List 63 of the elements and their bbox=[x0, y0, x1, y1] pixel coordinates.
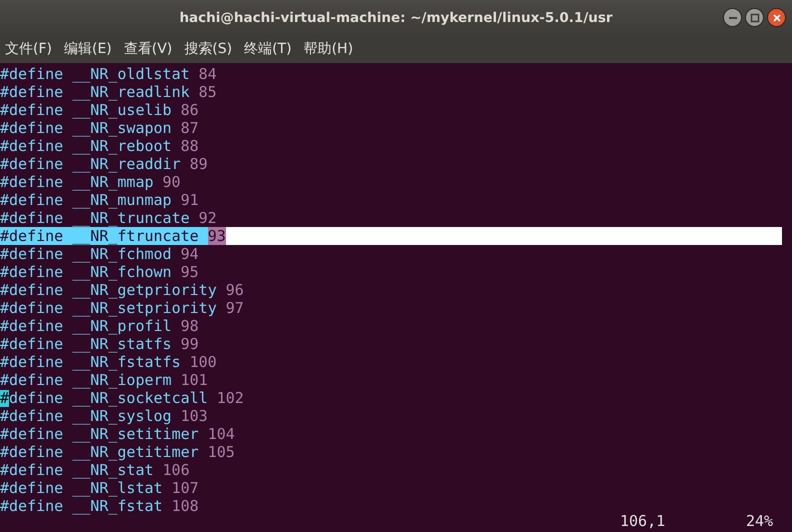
maximize-button[interactable] bbox=[745, 8, 764, 27]
code-text: #define __NR_munmap bbox=[0, 191, 172, 209]
number-text: 85 bbox=[198, 83, 217, 101]
code-text: #define __NR_readlink bbox=[0, 83, 190, 101]
number-text: 96 bbox=[226, 281, 244, 299]
number-text: 88 bbox=[180, 137, 199, 155]
number-text: 87 bbox=[180, 119, 199, 137]
menu-item[interactable]: 搜索(S) bbox=[183, 40, 234, 58]
menu-item[interactable]: 帮助(H) bbox=[302, 40, 354, 58]
code-text: #define __NR_setpriority bbox=[0, 299, 217, 317]
cursor-position: 106,1 bbox=[620, 512, 666, 530]
menu-item[interactable]: 终端(T) bbox=[243, 40, 293, 58]
code-text: #define __NR_fchown bbox=[0, 263, 172, 281]
code-text: #define __NR_lstat bbox=[0, 479, 163, 497]
code-text: #define __NR_fstat bbox=[0, 497, 163, 515]
number-text: 104 bbox=[208, 425, 235, 443]
code-text: #define __NR_setitimer bbox=[0, 425, 199, 443]
code-text: #define __NR_getitimer bbox=[0, 443, 199, 461]
number-text: 105 bbox=[208, 443, 235, 461]
number-text: 108 bbox=[172, 497, 199, 515]
code-text: #define __NR_uselib bbox=[0, 101, 172, 119]
number-text: 86 bbox=[180, 101, 199, 119]
number-text: 101 bbox=[180, 371, 208, 389]
code-text: #define __NR_reboot bbox=[0, 137, 172, 155]
close-button[interactable] bbox=[767, 8, 786, 27]
code-text: #define __NR_profil bbox=[0, 317, 172, 335]
code-text: #define __NR_truncate bbox=[0, 209, 190, 227]
number-text: 95 bbox=[180, 263, 199, 281]
scroll-percent: 24% bbox=[746, 512, 774, 530]
number-text: 99 bbox=[180, 335, 199, 353]
window-title: hachi@hachi-virtual-machine: ~/mykernel/linux-5.0.1/usr bbox=[179, 10, 613, 26]
number-text: 98 bbox=[180, 317, 199, 335]
number-text: 90 bbox=[162, 173, 181, 191]
number-text: 97 bbox=[226, 299, 244, 317]
number-text: 103 bbox=[180, 407, 208, 425]
code-text: #define __NR_fstatfs bbox=[0, 353, 181, 371]
number-text: 91 bbox=[180, 191, 199, 209]
number-text: 89 bbox=[190, 155, 208, 173]
number-text: 102 bbox=[216, 389, 244, 407]
code-text: #define __NR_syslog bbox=[0, 407, 172, 425]
code-text: #define __NR_ftruncate bbox=[0, 227, 208, 245]
code-text: #define __NR_oldlstat bbox=[0, 65, 190, 83]
code-text: #define __NR_readdir bbox=[0, 155, 181, 173]
menu-item[interactable]: 编辑(E) bbox=[62, 40, 113, 58]
code-text: #define __NR_getpriority bbox=[0, 281, 217, 299]
number-text: 93 bbox=[208, 227, 226, 245]
menu-item[interactable]: 查看(V) bbox=[122, 40, 174, 58]
menu-item[interactable]: 文件(F) bbox=[4, 40, 53, 58]
number-text: 107 bbox=[172, 479, 199, 497]
code-text: #define __NR_statfs bbox=[0, 335, 172, 353]
close-icon bbox=[772, 12, 782, 22]
number-text: 100 bbox=[190, 353, 217, 371]
number-text: 94 bbox=[180, 245, 199, 263]
code-text: #define __NR_stat bbox=[0, 461, 154, 479]
number-text: 84 bbox=[198, 65, 217, 83]
code-text: #define __NR_fchmod bbox=[0, 245, 172, 263]
code-text: #define __NR_mmap bbox=[0, 173, 154, 191]
number-text: 106 bbox=[162, 461, 190, 479]
number-text: 92 bbox=[198, 209, 217, 227]
maximize-icon bbox=[750, 12, 760, 22]
minimize-button[interactable] bbox=[723, 8, 742, 27]
code-text: #define __NR_swapon bbox=[0, 119, 172, 137]
code-text: #define __NR_ioperm bbox=[0, 371, 172, 389]
